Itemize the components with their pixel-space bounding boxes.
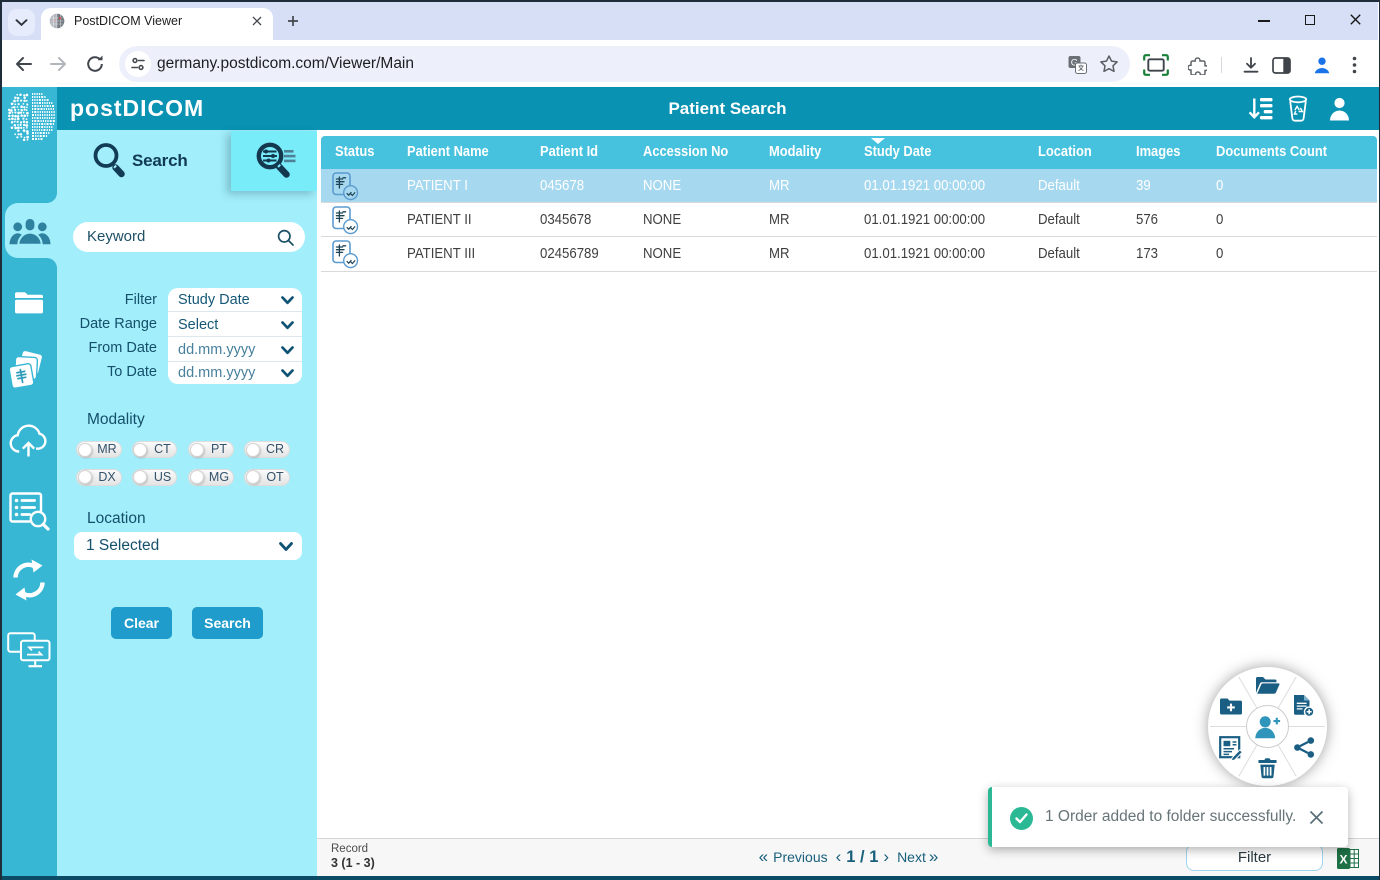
svg-text:X: X [1339,853,1347,867]
